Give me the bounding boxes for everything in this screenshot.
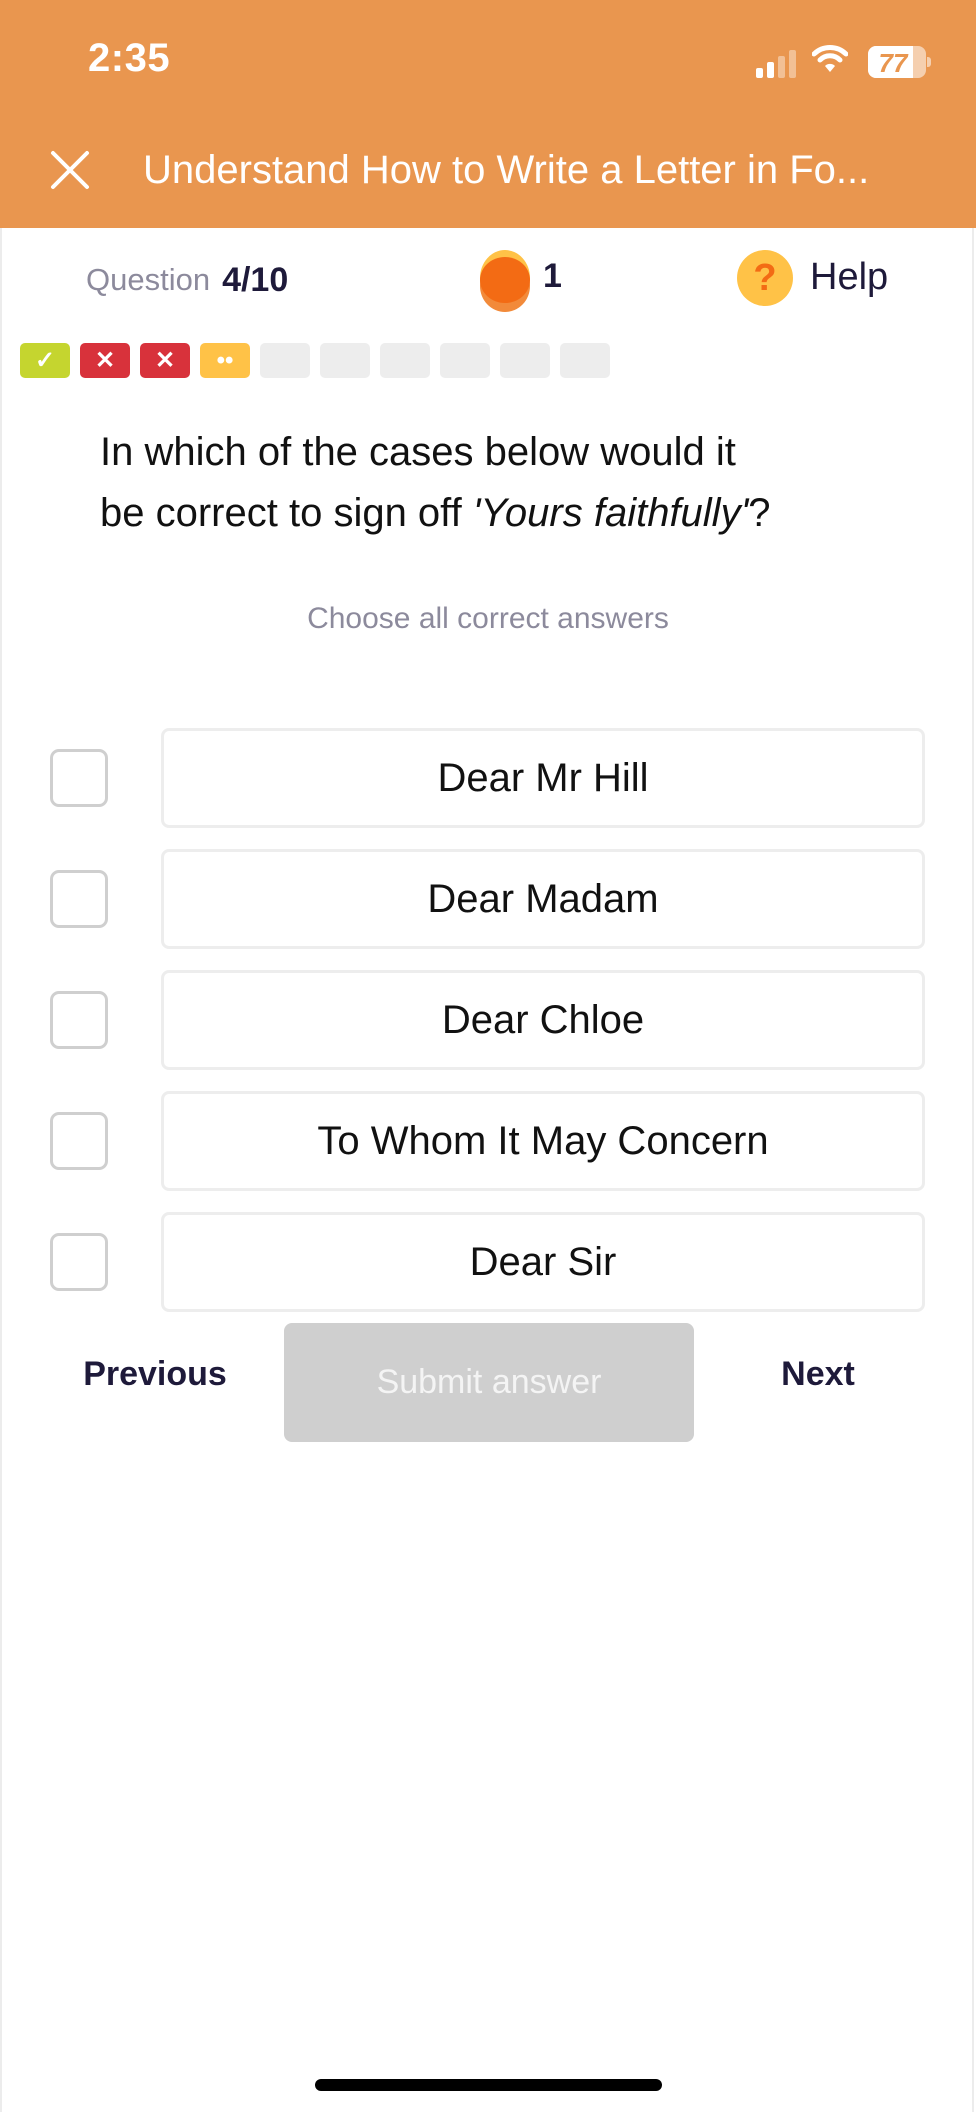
battery-percent: 77 — [878, 48, 908, 78]
question-count: 4/10 — [222, 260, 289, 299]
home-indicator[interactable] — [315, 2079, 662, 2091]
progress-step-pending — [440, 343, 490, 378]
progress-step-pending — [380, 343, 430, 378]
answer-checkbox[interactable] — [50, 749, 108, 807]
battery-nub — [927, 57, 931, 67]
question-text: In which of the cases below would it be … — [100, 422, 900, 544]
progress-step-wrong: ✕ — [140, 343, 190, 378]
progress-step-wrong: ✕ — [80, 343, 130, 378]
progress-step-correct: ✓ — [20, 343, 70, 378]
answer-option-button[interactable]: Dear Madam — [161, 849, 925, 949]
answer-instruction: Choose all correct answers — [307, 602, 669, 635]
question-counter: Question 4/10 — [86, 255, 288, 305]
previous-button[interactable]: Previous — [60, 1355, 250, 1394]
coin-count: 1 — [543, 257, 562, 295]
close-button[interactable] — [46, 146, 94, 194]
question-line-2-text: be correct to sign off — [100, 491, 473, 535]
answer-option: To Whom It May Concern — [0, 1091, 976, 1191]
question-line-1: In which of the cases below would it — [100, 430, 736, 474]
answer-option: Dear Sir — [0, 1212, 976, 1312]
help-button[interactable]: Help — [810, 256, 888, 299]
question-progress: ✓ ✕ ✕ •• — [20, 343, 610, 378]
question-label: Question — [86, 262, 211, 297]
progress-step-pending — [320, 343, 370, 378]
answer-checkbox[interactable] — [50, 1233, 108, 1291]
question-emphasis: 'Yours faithfully' — [472, 491, 749, 535]
question-line-2: be correct to sign off 'Yours faithfully… — [100, 483, 900, 544]
cellular-signal-icon — [756, 48, 796, 78]
wifi-icon — [812, 45, 848, 72]
answer-option: Dear Mr Hill — [0, 728, 976, 828]
battery-icon: 77 — [868, 46, 926, 78]
answer-option: Dear Madam — [0, 849, 976, 949]
next-button[interactable]: Next — [740, 1355, 896, 1394]
question-mark: ? — [748, 491, 771, 535]
answer-checkbox[interactable] — [50, 991, 108, 1049]
answer-checkbox[interactable] — [50, 1112, 108, 1170]
answer-checkbox[interactable] — [50, 870, 108, 928]
progress-step-pending — [560, 343, 610, 378]
answer-option-button[interactable]: Dear Mr Hill — [161, 728, 925, 828]
answer-option-button[interactable]: Dear Chloe — [161, 970, 925, 1070]
help-icon[interactable]: ? — [737, 250, 793, 306]
status-time: 2:35 — [88, 36, 171, 80]
progress-step-current: •• — [200, 343, 250, 378]
lesson-title: Understand How to Write a Letter in Fo..… — [143, 148, 870, 192]
app-header: 2:35 77 Understand How to Write a Letter… — [0, 0, 976, 228]
progress-step-pending — [260, 343, 310, 378]
answer-option: Dear Chloe — [0, 970, 976, 1070]
close-icon — [51, 151, 89, 189]
answer-option-button[interactable]: Dear Sir — [161, 1212, 925, 1312]
progress-step-pending — [500, 343, 550, 378]
coin-icon — [480, 250, 530, 312]
answer-option-button[interactable]: To Whom It May Concern — [161, 1091, 925, 1191]
submit-answer-button[interactable]: Submit answer — [284, 1323, 694, 1442]
